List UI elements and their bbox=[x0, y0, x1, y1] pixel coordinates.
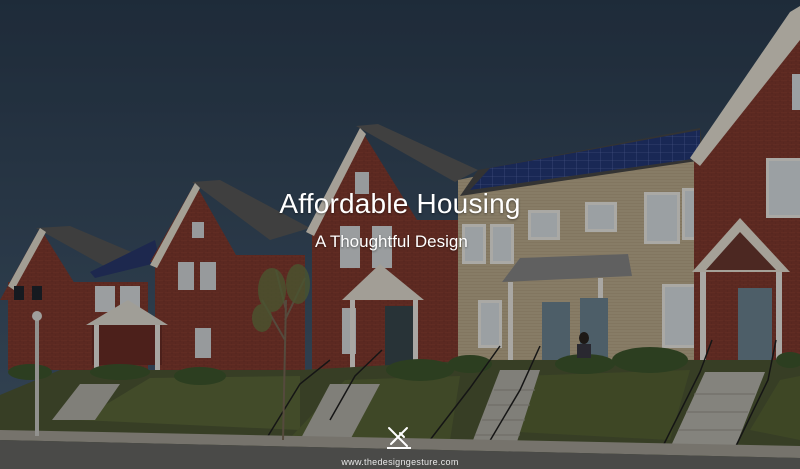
pencil-ruler-cross-icon bbox=[387, 427, 411, 449]
hero-subtitle: A Thoughtful Design bbox=[315, 232, 468, 251]
website-url: www.thedesigngesture.com bbox=[341, 457, 459, 467]
hero-banner: Affordable Housing A Thoughtful Design w… bbox=[0, 0, 800, 469]
hero-title: Affordable Housing bbox=[279, 188, 521, 219]
